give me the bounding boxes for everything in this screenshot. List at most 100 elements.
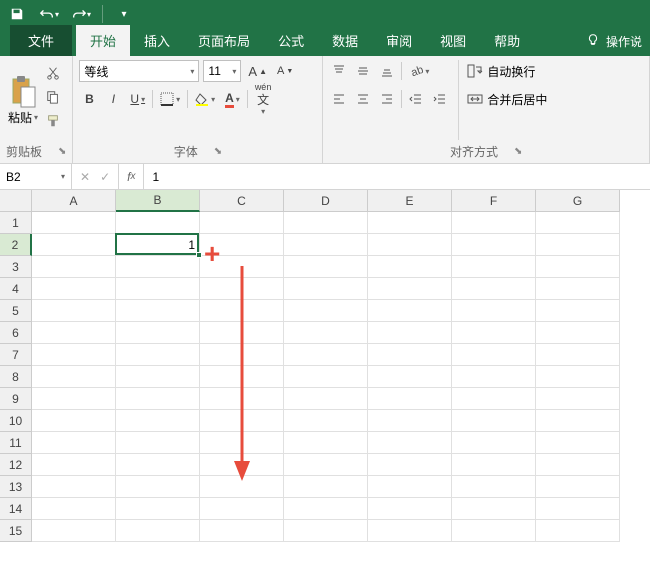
cell[interactable] bbox=[452, 234, 536, 256]
decrease-font-icon[interactable]: A▼ bbox=[274, 60, 296, 82]
cell[interactable] bbox=[116, 388, 200, 410]
row-header[interactable]: 2 bbox=[0, 234, 32, 256]
cell[interactable] bbox=[116, 476, 200, 498]
align-middle-icon[interactable] bbox=[353, 60, 373, 82]
row-header[interactable]: 11 bbox=[0, 432, 32, 454]
tab-view[interactable]: 视图 bbox=[426, 25, 480, 56]
cell[interactable] bbox=[452, 322, 536, 344]
cell[interactable] bbox=[200, 410, 284, 432]
format-painter-icon[interactable] bbox=[44, 112, 62, 130]
cell[interactable] bbox=[284, 454, 368, 476]
cut-icon[interactable] bbox=[44, 64, 62, 82]
cell[interactable] bbox=[116, 256, 200, 278]
cell[interactable] bbox=[284, 388, 368, 410]
tab-home[interactable]: 开始 bbox=[76, 25, 130, 56]
row-header[interactable]: 12 bbox=[0, 454, 32, 476]
row-header[interactable]: 13 bbox=[0, 476, 32, 498]
cell[interactable] bbox=[368, 322, 452, 344]
cell[interactable] bbox=[536, 234, 620, 256]
cell[interactable] bbox=[368, 454, 452, 476]
underline-button[interactable]: U▾ bbox=[127, 88, 148, 110]
align-center-icon[interactable] bbox=[353, 88, 373, 110]
decrease-indent-icon[interactable] bbox=[406, 88, 426, 110]
cell[interactable] bbox=[536, 256, 620, 278]
cell[interactable] bbox=[32, 278, 116, 300]
cell[interactable] bbox=[116, 300, 200, 322]
cell[interactable] bbox=[32, 520, 116, 542]
align-right-icon[interactable] bbox=[377, 88, 397, 110]
cell[interactable] bbox=[200, 366, 284, 388]
cell[interactable] bbox=[200, 476, 284, 498]
cell[interactable] bbox=[32, 498, 116, 520]
cell[interactable] bbox=[200, 278, 284, 300]
cell[interactable] bbox=[452, 344, 536, 366]
cell[interactable] bbox=[536, 388, 620, 410]
cell[interactable] bbox=[200, 344, 284, 366]
cell[interactable] bbox=[368, 278, 452, 300]
enter-formula-icon[interactable]: ✓ bbox=[100, 170, 110, 184]
cell[interactable] bbox=[284, 234, 368, 256]
cell[interactable] bbox=[368, 520, 452, 542]
cell[interactable] bbox=[452, 454, 536, 476]
cell[interactable] bbox=[200, 300, 284, 322]
cell[interactable] bbox=[32, 476, 116, 498]
phonetic-button[interactable]: wén文▾ bbox=[252, 88, 275, 110]
cell[interactable] bbox=[116, 344, 200, 366]
cell[interactable] bbox=[32, 388, 116, 410]
cell[interactable] bbox=[284, 212, 368, 234]
cell[interactable] bbox=[452, 212, 536, 234]
align-bottom-icon[interactable] bbox=[377, 60, 397, 82]
tab-data[interactable]: 数据 bbox=[318, 25, 372, 56]
cell[interactable] bbox=[368, 212, 452, 234]
copy-icon[interactable] bbox=[44, 88, 62, 106]
cell[interactable] bbox=[32, 454, 116, 476]
row-header[interactable]: 9 bbox=[0, 388, 32, 410]
cell[interactable] bbox=[536, 410, 620, 432]
redo-icon[interactable]: ▾ bbox=[70, 3, 92, 25]
row-header[interactable]: 6 bbox=[0, 322, 32, 344]
column-header[interactable]: D bbox=[284, 190, 368, 212]
row-header[interactable]: 14 bbox=[0, 498, 32, 520]
cell[interactable] bbox=[116, 366, 200, 388]
cell[interactable] bbox=[368, 432, 452, 454]
cell[interactable] bbox=[536, 212, 620, 234]
cell[interactable] bbox=[536, 454, 620, 476]
tab-file[interactable]: 文件 bbox=[10, 25, 72, 56]
cell[interactable] bbox=[536, 520, 620, 542]
row-header[interactable]: 1 bbox=[0, 212, 32, 234]
bold-button[interactable]: B bbox=[79, 88, 99, 110]
column-header[interactable]: F bbox=[452, 190, 536, 212]
cell[interactable] bbox=[200, 432, 284, 454]
cell[interactable] bbox=[368, 344, 452, 366]
italic-button[interactable]: I bbox=[103, 88, 123, 110]
cell[interactable] bbox=[452, 498, 536, 520]
cell[interactable] bbox=[284, 278, 368, 300]
cell[interactable] bbox=[284, 520, 368, 542]
wrap-text-button[interactable]: 自动换行 bbox=[463, 60, 551, 82]
cell[interactable] bbox=[32, 366, 116, 388]
align-left-icon[interactable] bbox=[329, 88, 349, 110]
cell[interactable] bbox=[284, 256, 368, 278]
column-header[interactable]: A bbox=[32, 190, 116, 212]
cell[interactable] bbox=[452, 520, 536, 542]
row-header[interactable]: 15 bbox=[0, 520, 32, 542]
fx-icon[interactable]: fx bbox=[119, 164, 144, 189]
cell[interactable] bbox=[536, 344, 620, 366]
cell[interactable] bbox=[368, 256, 452, 278]
row-header[interactable]: 3 bbox=[0, 256, 32, 278]
fill-color-button[interactable]: ▾ bbox=[192, 88, 218, 110]
column-header[interactable]: C bbox=[200, 190, 284, 212]
cell[interactable] bbox=[536, 432, 620, 454]
cell[interactable] bbox=[452, 476, 536, 498]
row-header[interactable]: 5 bbox=[0, 300, 32, 322]
increase-font-icon[interactable]: A▲ bbox=[245, 60, 270, 82]
font-size-select[interactable]: 11▾ bbox=[203, 60, 241, 82]
cell[interactable] bbox=[536, 300, 620, 322]
cell[interactable] bbox=[200, 454, 284, 476]
merge-center-button[interactable]: 合并后居中 bbox=[463, 88, 551, 110]
row-header[interactable]: 8 bbox=[0, 366, 32, 388]
cell[interactable] bbox=[368, 498, 452, 520]
cell[interactable] bbox=[116, 454, 200, 476]
cell[interactable] bbox=[452, 432, 536, 454]
cell[interactable] bbox=[200, 212, 284, 234]
